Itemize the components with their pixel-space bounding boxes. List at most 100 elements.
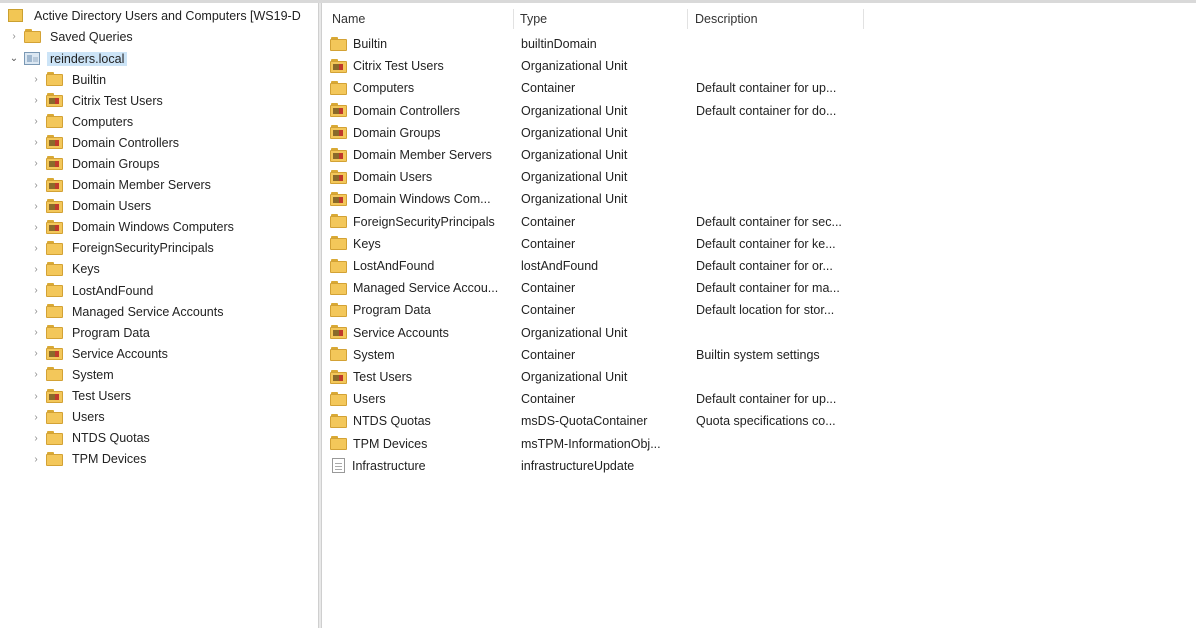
list-item[interactable]: Computers Container Default container for …	[322, 77, 1196, 99]
tree-item-domain[interactable]: ⌄ reinders.local	[8, 48, 128, 69]
chevron-right-icon[interactable]: ›	[30, 158, 42, 170]
tree-item[interactable]: › Domain Windows Computers	[30, 217, 237, 238]
tree-item-label: System	[72, 367, 114, 382]
tree-item[interactable]: › Users	[30, 407, 108, 428]
folder-icon	[46, 367, 64, 382]
list-item[interactable]: Builtin builtinDomain	[322, 33, 1196, 55]
list-item[interactable]: Program Data Container Default location fo…	[322, 299, 1196, 321]
column-divider[interactable]	[687, 9, 688, 29]
tree-item[interactable]: › Domain Controllers	[30, 132, 182, 153]
tree-item[interactable]: › Service Accounts	[30, 343, 171, 364]
tree-item[interactable]: › NTDS Quotas	[30, 428, 153, 449]
list-item[interactable]: Managed Service Accou... Container Default…	[322, 277, 1196, 299]
details-list[interactable]: Name Type Description Builtin builtinDoma…	[322, 3, 1196, 628]
chevron-right-icon[interactable]: ›	[30, 116, 42, 128]
tree-item[interactable]: › ForeignSecurityPrincipals	[30, 238, 217, 259]
tree-root[interactable]: Active Directory Users and Computers [WS…	[8, 5, 304, 26]
description-cell	[696, 455, 866, 477]
item-name: Domain Windows Com...	[353, 192, 491, 207]
ou-icon	[330, 369, 348, 385]
list-item[interactable]: Test Users Organizational Unit	[322, 366, 1196, 388]
name-cell: Domain Groups	[330, 122, 514, 144]
list-item[interactable]: Service Accounts Organizational Unit	[322, 322, 1196, 344]
list-item[interactable]: Domain Windows Com... Organizational Unit	[322, 188, 1196, 210]
chevron-down-icon[interactable]: ⌄	[8, 53, 20, 65]
tree-item[interactable]: › Keys	[30, 259, 103, 280]
folder-icon	[330, 436, 348, 451]
type-cell: Organizational Unit	[521, 325, 628, 340]
chevron-right-icon[interactable]: ›	[30, 179, 42, 191]
tree-item-saved-queries[interactable]: › Saved Queries	[8, 26, 136, 47]
column-header-description[interactable]: Description	[695, 9, 860, 29]
item-name: ForeignSecurityPrincipals	[353, 214, 495, 229]
name-cell: Domain Windows Com...	[330, 188, 514, 210]
column-divider[interactable]	[863, 9, 864, 29]
type-cell: Organizational Unit	[521, 125, 628, 140]
list-item[interactable]: Keys Container Default container for ke...	[322, 233, 1196, 255]
list-item[interactable]: NTDS Quotas msDS-QuotaContainer Quota spec…	[322, 410, 1196, 432]
folder-icon	[24, 29, 42, 44]
chevron-right-icon[interactable]: ›	[30, 369, 42, 381]
list-item[interactable]: Domain Users Organizational Unit	[322, 166, 1196, 188]
chevron-right-icon[interactable]: ›	[30, 95, 42, 107]
type-cell: msDS-QuotaContainer	[521, 414, 648, 429]
list-item[interactable]: Domain Groups Organizational Unit	[322, 122, 1196, 144]
chevron-right-icon[interactable]: ›	[30, 221, 42, 233]
item-name: Users	[353, 392, 386, 407]
list-item[interactable]: Domain Member Servers Organizational Unit	[322, 144, 1196, 166]
tree-item[interactable]: › Test Users	[30, 386, 134, 407]
chevron-right-icon[interactable]: ›	[30, 74, 42, 86]
chevron-right-icon[interactable]: ›	[30, 285, 42, 297]
chevron-right-icon[interactable]: ›	[30, 137, 42, 149]
list-item[interactable]: TPM Devices msTPM-InformationObj...	[322, 433, 1196, 455]
chevron-right-icon[interactable]: ›	[30, 348, 42, 360]
chevron-right-icon[interactable]: ›	[30, 306, 42, 318]
folder-icon	[46, 240, 64, 256]
tree-item[interactable]: › Domain Groups	[30, 153, 163, 174]
list-item[interactable]: Infrastructure infrastructureUpdate	[322, 455, 1196, 477]
chevron-right-icon[interactable]: ›	[30, 390, 42, 402]
item-name: Keys	[353, 236, 381, 251]
tree-item[interactable]: › Builtin	[30, 69, 109, 90]
tree-item[interactable]: › Domain Users	[30, 196, 154, 217]
description-cell: Builtin system settings	[696, 347, 820, 362]
list-item[interactable]: Users Container Default container for up..…	[322, 388, 1196, 410]
tree-item[interactable]: › Citrix Test Users	[30, 90, 166, 111]
tree-item[interactable]: › System	[30, 364, 117, 385]
name-cell: Service Accounts	[330, 322, 514, 344]
list-item[interactable]: ForeignSecurityPrincipals Container Defaul…	[322, 211, 1196, 233]
list-item[interactable]: LostAndFound lostAndFound Default containe…	[322, 255, 1196, 277]
chevron-right-icon[interactable]: ›	[30, 432, 42, 444]
chevron-right-icon[interactable]: ›	[30, 411, 42, 423]
ou-icon	[46, 177, 64, 193]
list-item[interactable]: System Container Builtin system settings	[322, 344, 1196, 366]
type-cell: Organizational Unit	[521, 103, 628, 118]
tree-item-label: Citrix Test Users	[72, 93, 163, 108]
ou-icon	[46, 135, 64, 150]
folder-icon	[46, 325, 64, 340]
aduc-app-icon	[8, 8, 26, 23]
chevron-right-icon[interactable]: ›	[30, 242, 42, 254]
tree-item[interactable]: › LostAndFound	[30, 280, 156, 301]
description-cell: Quota specifications co...	[696, 414, 836, 429]
list-item[interactable]: Domain Controllers Organizational Unit Def…	[322, 100, 1196, 122]
chevron-right-icon[interactable]: ›	[30, 453, 42, 465]
tree-item[interactable]: › Computers	[30, 111, 136, 132]
console-tree[interactable]: Active Directory Users and Computers [WS…	[0, 3, 318, 628]
tree-item[interactable]: › Managed Service Accounts	[30, 301, 226, 322]
tree-item[interactable]: › Program Data	[30, 322, 153, 343]
column-header-type[interactable]: Type	[520, 9, 685, 29]
item-name: Builtin	[353, 37, 388, 51]
column-header-name[interactable]: Name	[332, 9, 512, 29]
chevron-right-icon[interactable]: ›	[30, 263, 42, 275]
column-divider[interactable]	[513, 9, 514, 29]
description-cell: Default container for do...	[696, 103, 837, 118]
tree-item[interactable]: › Domain Member Servers	[30, 175, 214, 196]
list-item[interactable]: Citrix Test Users Organizational Unit	[322, 55, 1196, 77]
type-cell: Container	[521, 214, 576, 229]
ou-icon	[46, 388, 64, 404]
chevron-right-icon[interactable]: ›	[30, 327, 42, 339]
tree-item[interactable]: › TPM Devices	[30, 449, 149, 470]
chevron-right-icon[interactable]: ›	[30, 200, 42, 212]
chevron-right-icon[interactable]: ›	[8, 31, 20, 43]
